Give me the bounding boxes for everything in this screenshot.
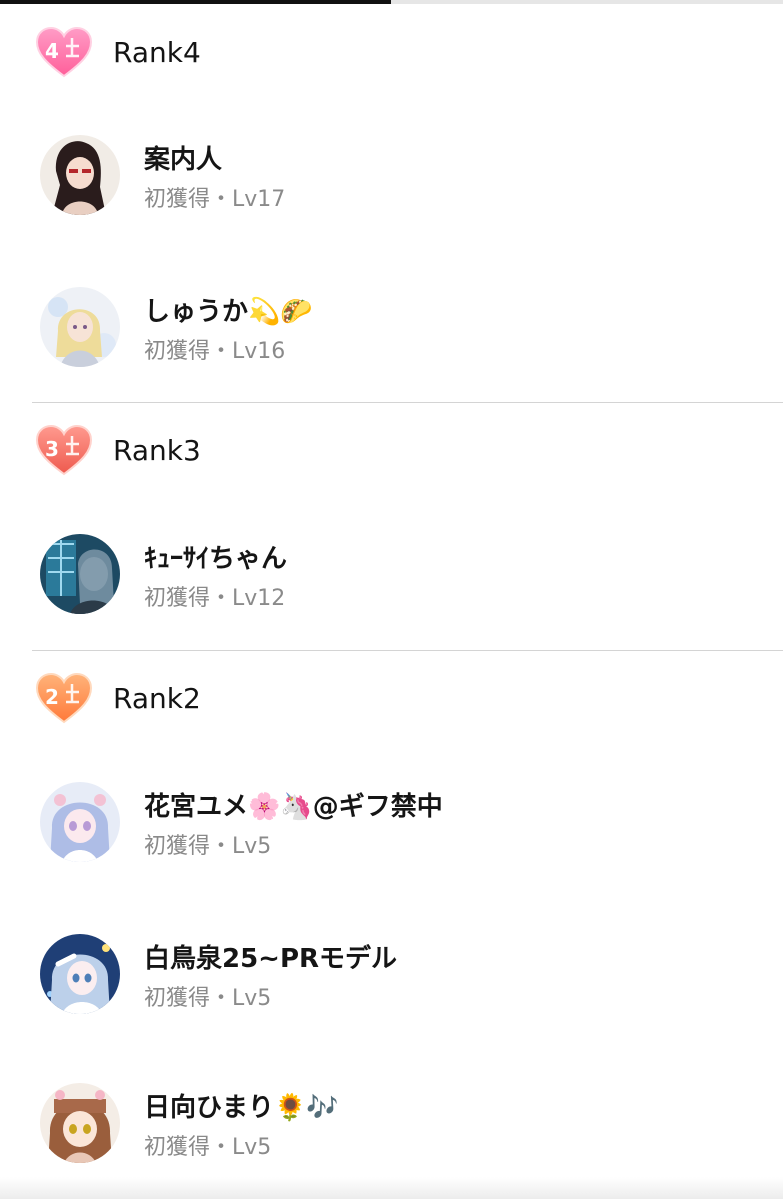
user-level: 初獲得・Lv5 xyxy=(144,1135,272,1160)
user-name: しゅうか💫🌮 xyxy=(144,297,313,327)
section-divider xyxy=(32,402,783,403)
user-name: 日向ひまり🌻🎶 xyxy=(144,1093,339,1123)
avatar[interactable] xyxy=(40,1083,120,1163)
rank-title: Rank4 xyxy=(113,36,201,69)
list-item[interactable]: ｷｭｰｻｲちゃん 初獲得・Lv12 xyxy=(0,534,783,614)
rank-header-2: 2 Rank2 xyxy=(0,672,783,742)
rank-heart-icon: 2 xyxy=(35,672,93,726)
user-name: ｷｭｰｻｲちゃん xyxy=(144,544,288,574)
user-name: 案内人 xyxy=(144,145,223,175)
progress-track xyxy=(0,0,783,4)
avatar[interactable] xyxy=(40,534,120,614)
rank-heart-icon: 3 xyxy=(35,424,93,478)
user-level: 初獲得・Lv16 xyxy=(144,339,286,364)
user-name: 白鳥泉25~PRモデル xyxy=(144,944,398,974)
list-item[interactable]: 案内人 初獲得・Lv17 xyxy=(0,135,783,215)
rank-header-3: 3 Rank3 xyxy=(0,424,783,494)
user-level: 初獲得・Lv5 xyxy=(144,834,272,859)
list-item[interactable]: 日向ひまり🌻🎶 初獲得・Lv5 xyxy=(0,1083,783,1163)
user-name: 花宮ユメ🌸🦄@ギフ禁中 xyxy=(144,792,443,822)
svg-text:4: 4 xyxy=(45,39,59,63)
rank-heart-icon: 4 xyxy=(35,26,93,80)
progress-fill xyxy=(0,0,391,4)
bottom-fade xyxy=(0,1177,783,1199)
section-divider xyxy=(32,650,783,651)
list-item[interactable]: しゅうか💫🌮 初獲得・Lv16 xyxy=(0,287,783,367)
avatar[interactable] xyxy=(40,782,120,862)
rank-title: Rank3 xyxy=(113,434,201,467)
rank-header-4: 4 Rank4 xyxy=(0,26,783,96)
user-level: 初獲得・Lv12 xyxy=(144,586,286,611)
user-level: 初獲得・Lv17 xyxy=(144,187,286,212)
svg-text:3: 3 xyxy=(45,437,59,461)
user-level: 初獲得・Lv5 xyxy=(144,986,272,1011)
avatar[interactable] xyxy=(40,135,120,215)
rank-title: Rank2 xyxy=(113,682,201,715)
svg-text:2: 2 xyxy=(45,685,59,709)
list-item[interactable]: 白鳥泉25~PRモデル 初獲得・Lv5 xyxy=(0,934,783,1014)
avatar[interactable] xyxy=(40,287,120,367)
avatar[interactable] xyxy=(40,934,120,1014)
list-item[interactable]: 花宮ユメ🌸🦄@ギフ禁中 初獲得・Lv5 xyxy=(0,782,783,862)
